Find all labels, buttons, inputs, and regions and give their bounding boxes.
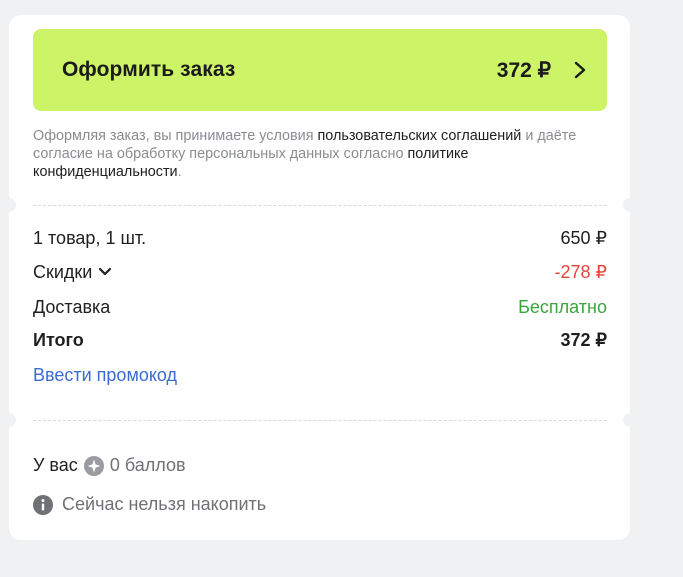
total-value: 372 ₽ (560, 329, 608, 350)
delivery-value: Бесплатно (518, 296, 607, 317)
agreement-text-part: . (177, 164, 182, 180)
summary-row-delivery: Доставка Бесплатно (33, 295, 607, 319)
summary-row-items: 1 товар, 1 шт. 650 ₽ (33, 226, 607, 250)
discount-label: Скидки (33, 261, 93, 282)
total-label: Итого (33, 329, 84, 350)
discount-value: -278 ₽ (554, 261, 607, 282)
divider (33, 420, 607, 421)
bonus-points: У вас 0 баллов (33, 455, 186, 476)
info-icon (33, 494, 53, 515)
discount-toggle[interactable]: Скидки (33, 262, 112, 283)
summary-row-discount: Скидки -278 ₽ (33, 260, 607, 284)
checkout-button[interactable]: Оформить заказ 372 ₽ (33, 29, 607, 111)
user-agreement-link[interactable]: пользовательских соглашений (318, 128, 522, 144)
bonus-point-icon (83, 455, 104, 476)
checkout-button-price: 372 ₽ (496, 58, 551, 82)
promo-code-link[interactable]: Ввести промокод (33, 365, 177, 386)
items-label: 1 товар, 1 шт. (33, 227, 147, 248)
delivery-label: Доставка (33, 296, 111, 317)
card-notch-right-top (623, 198, 637, 212)
chevron-right-icon (573, 61, 587, 79)
items-value: 650 ₽ (560, 227, 608, 248)
bonus-points-value: 0 баллов (109, 455, 186, 475)
chevron-down-icon (99, 267, 112, 276)
checkout-button-label: Оформить заказ (62, 58, 236, 81)
card-notch-left-bottom (2, 413, 16, 427)
bonus-prefix: У вас (33, 455, 78, 475)
agreement-text: Оформляя заказ, вы принимаете условия по… (33, 127, 593, 181)
summary-row-total: Итого 372 ₽ (33, 328, 607, 352)
order-summary-card: Оформить заказ 372 ₽ Оформляя заказ, вы … (2, 15, 637, 540)
card-notch-right-bottom (623, 413, 637, 427)
agreement-text-part: Оформляя заказ, вы принимаете условия (33, 128, 318, 144)
card-notch-left-top (2, 198, 16, 212)
bonus-note: Сейчас нельзя накопить (33, 494, 266, 515)
bonus-note-text: Сейчас нельзя накопить (62, 494, 267, 514)
divider (33, 205, 607, 206)
